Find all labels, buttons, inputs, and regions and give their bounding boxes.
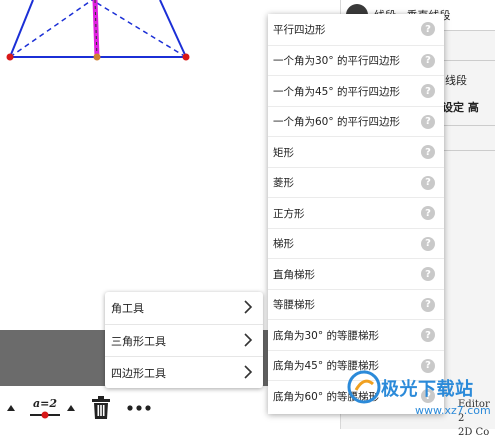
- submenu-item-label: 底角为45° 的等腰梯形: [273, 360, 379, 373]
- editor-caption-line2: 2D Co: [458, 427, 490, 438]
- help-circle-icon[interactable]: ?: [421, 175, 435, 190]
- submenu-item-parallelogram-60[interactable]: 一个角为60° 的平行四边形 ?: [268, 105, 444, 138]
- submenu-item-parallelogram[interactable]: 平行四边形 ?: [268, 14, 444, 45]
- chevron-right-icon: [244, 333, 253, 347]
- help-circle-icon[interactable]: ?: [421, 114, 435, 129]
- help-circle-icon[interactable]: ?: [421, 297, 435, 312]
- submenu-item-square[interactable]: 正方形 ?: [268, 197, 444, 229]
- help-circle-icon[interactable]: ?: [421, 206, 435, 220]
- help-circle-icon[interactable]: ?: [421, 328, 435, 342]
- right-panel-divider: [440, 150, 495, 151]
- point-right: [182, 53, 190, 61]
- submenu-item-label: 一个角为45° 的平行四边形: [273, 85, 400, 98]
- chevron-right-icon: [244, 365, 253, 379]
- triangle-side-left: [9, 0, 34, 58]
- menu-item-quadrilateral-tools[interactable]: 四边形工具: [105, 356, 263, 388]
- submenu-item-label: 正方形: [273, 207, 305, 220]
- right-panel-line1: 线段: [445, 74, 467, 87]
- quadrilateral-submenu: 平行四边形 ? 一个角为30° 的平行四边形 ? 一个角为45° 的平行四边形 …: [268, 14, 444, 414]
- submenu-item-isosceles-trapezoid-60[interactable]: 底角为60° 的等腰梯形 ?: [268, 380, 444, 412]
- help-circle-icon[interactable]: ?: [421, 389, 435, 403]
- help-circle-icon[interactable]: ?: [421, 236, 435, 251]
- submenu-item-label: 梯形: [273, 238, 294, 251]
- submenu-item-label: 底角为30° 的等腰梯形: [273, 329, 379, 342]
- help-circle-icon[interactable]: ?: [421, 145, 435, 159]
- submenu-item-isosceles-trapezoid-45[interactable]: 底角为45° 的等腰梯形 ?: [268, 349, 444, 382]
- menu-item-angle-tools[interactable]: 角工具: [105, 292, 263, 323]
- submenu-item-isosceles-trapezoid-30[interactable]: 底角为30° 的等腰梯形 ?: [268, 319, 444, 351]
- triangle-side-right: [159, 0, 187, 58]
- help-circle-icon[interactable]: ?: [421, 84, 435, 98]
- submenu-item-label: 矩形: [273, 146, 294, 159]
- slider-icon: [30, 411, 60, 419]
- submenu-item-trapezoid[interactable]: 梯形 ?: [268, 227, 444, 260]
- more-dots-icon[interactable]: [124, 398, 154, 418]
- menu-item-label: 三角形工具: [111, 334, 166, 348]
- submenu-item-parallelogram-30[interactable]: 一个角为30° 的平行四边形 ?: [268, 44, 444, 77]
- menu-item-triangle-tools[interactable]: 三角形工具: [105, 324, 263, 356]
- right-panel-divider: [440, 125, 495, 126]
- submenu-item-label: 底角为60° 的等腰梯形: [273, 390, 379, 403]
- menu-item-label: 四边形工具: [111, 366, 166, 380]
- submenu-item-label: 平行四边形: [273, 23, 326, 36]
- caret-up-icon[interactable]: [5, 402, 17, 414]
- help-circle-icon[interactable]: ?: [421, 22, 435, 36]
- trash-icon[interactable]: [88, 394, 114, 422]
- submenu-item-isosceles-trapezoid[interactable]: 等腰梯形 ?: [268, 288, 444, 321]
- chevron-right-icon: [244, 300, 253, 314]
- submenu-item-label: 等腰梯形: [273, 299, 315, 312]
- editor-caption: Editor 2 2D Co: [458, 398, 495, 440]
- submenu-item-label: 一个角为60° 的平行四边形: [273, 116, 400, 129]
- slider-tool[interactable]: a=2: [26, 394, 64, 424]
- help-circle-icon[interactable]: ?: [421, 267, 435, 281]
- submenu-item-parallelogram-45[interactable]: 一个角为45° 的平行四边形 ?: [268, 75, 444, 107]
- right-panel-line2: 设定 高: [442, 101, 479, 114]
- tool-category-menu: 角工具 三角形工具 四边形工具: [105, 292, 263, 388]
- point-left: [6, 53, 14, 61]
- dashed-line-right: [91, 0, 187, 58]
- submenu-item-label: 菱形: [273, 177, 294, 190]
- submenu-item-rectangle[interactable]: 矩形 ?: [268, 136, 444, 168]
- slider-label: a=2: [33, 397, 57, 410]
- caret-up-icon[interactable]: [65, 402, 77, 414]
- submenu-item-label: 一个角为30° 的平行四边形: [273, 55, 400, 68]
- help-circle-icon[interactable]: ?: [421, 358, 435, 373]
- menu-item-label: 角工具: [111, 301, 144, 315]
- submenu-item-right-trapezoid[interactable]: 直角梯形 ?: [268, 258, 444, 290]
- editor-caption-line1: Editor 2: [458, 399, 490, 424]
- submenu-item-rhombus[interactable]: 菱形 ?: [268, 166, 444, 199]
- help-circle-icon[interactable]: ?: [421, 53, 435, 68]
- right-panel-divider: [440, 60, 495, 61]
- point-foot: [93, 53, 101, 61]
- submenu-item-label: 直角梯形: [273, 268, 315, 281]
